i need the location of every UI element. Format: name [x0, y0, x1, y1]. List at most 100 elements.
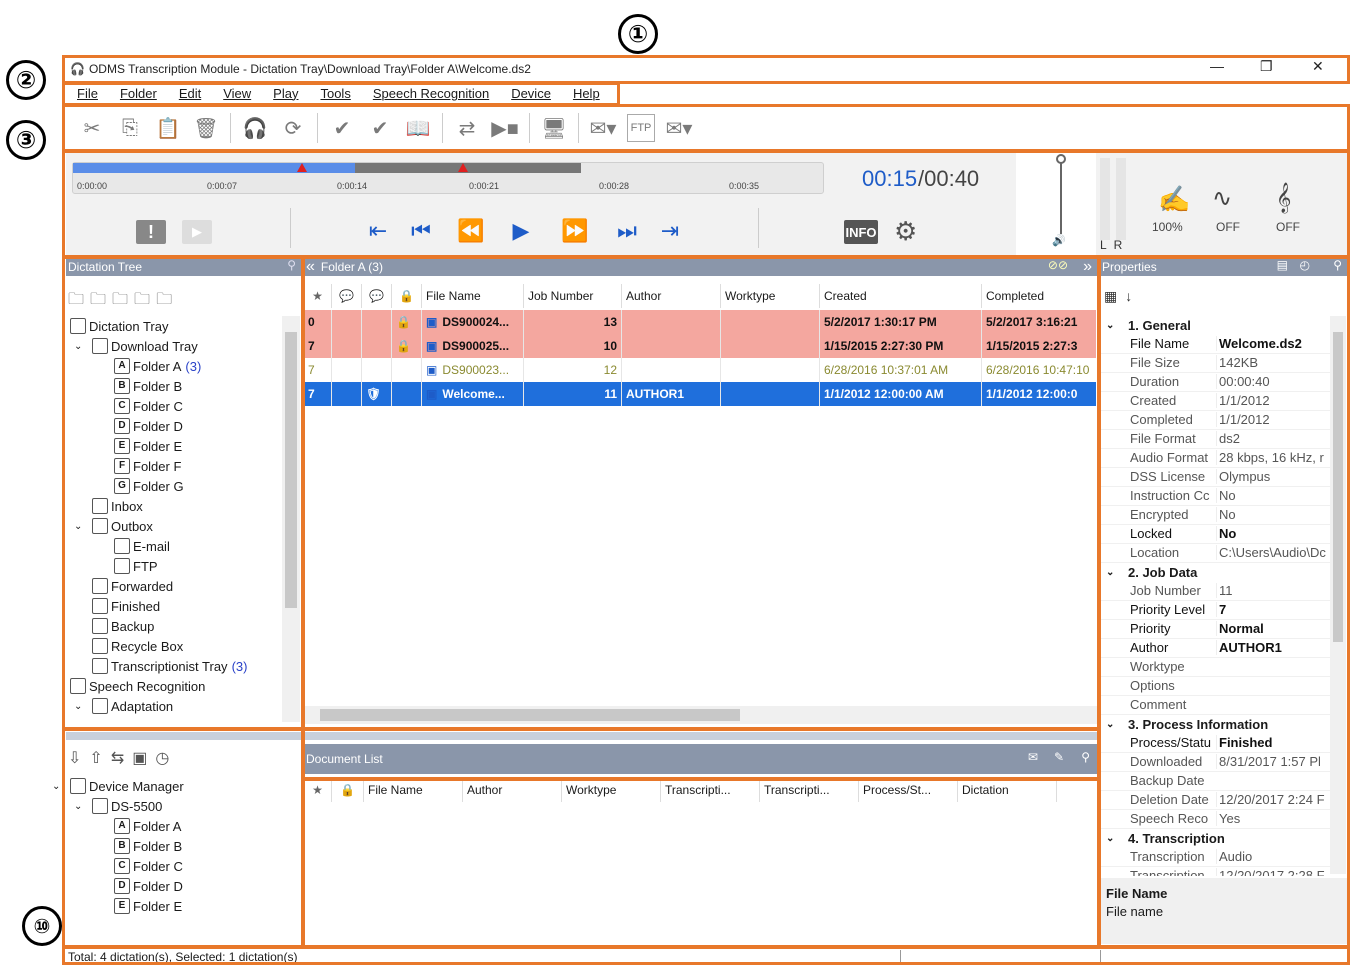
doc-edit-icon[interactable]: ✎	[1054, 750, 1064, 764]
go-end-icon[interactable]: ⇥	[658, 216, 682, 246]
volume-slider[interactable]	[1060, 158, 1062, 234]
close-button[interactable]: ✕	[1312, 58, 1324, 75]
tree-item[interactable]: Forwarded	[92, 576, 173, 596]
tree-item[interactable]: B Folder B	[114, 376, 182, 396]
pin-icon[interactable]: ⚲	[287, 258, 296, 272]
doc-column-header[interactable]: Transcripti...	[661, 778, 760, 802]
star-column-icon[interactable]: ★	[304, 778, 332, 802]
folder-settings-icon[interactable]: 🗀	[68, 288, 84, 315]
device-tree-item[interactable]: ⌄ DS-5500	[74, 796, 162, 816]
menu-view[interactable]: View	[212, 86, 262, 101]
property-row[interactable]: File Format ds2	[1100, 430, 1330, 449]
tree-item[interactable]: G Folder G	[114, 476, 184, 496]
device-tree-item[interactable]: C Folder C	[114, 856, 183, 876]
property-row[interactable]: Locked No	[1100, 525, 1330, 544]
document-icon[interactable]: ▤	[1277, 258, 1288, 272]
tone-icon[interactable]: 𝄞	[1276, 182, 1291, 214]
rewind-icon[interactable]: ⏪	[456, 216, 486, 246]
property-row[interactable]: Downloaded 8/31/2017 1:57 Pl	[1100, 753, 1330, 772]
property-row[interactable]: Priority Normal	[1100, 620, 1330, 639]
expand-chevron-icon[interactable]: ⌄	[1100, 320, 1128, 331]
doc-column-header[interactable]: Transcripti...	[760, 778, 859, 802]
instruction-icon[interactable]: ▶	[182, 220, 212, 244]
tree-item[interactable]: ⌄ Download Tray	[74, 336, 198, 356]
property-row[interactable]: Worktype	[1100, 658, 1330, 677]
collapse-left-icon[interactable]: «	[306, 258, 315, 276]
tree-item[interactable]: ⌄Dictation Tray	[70, 316, 168, 336]
hscroll-thumb[interactable]	[320, 709, 740, 721]
menu-file[interactable]: File	[66, 86, 109, 101]
property-row[interactable]: Options	[1100, 677, 1330, 696]
property-section[interactable]: ⌄ 3. Process Information	[1100, 715, 1330, 734]
expand-chevron-icon[interactable]: ⌄	[52, 781, 66, 792]
paste-icon[interactable]: 📋	[154, 114, 182, 142]
finish-delete-icon[interactable]: ✔	[366, 114, 394, 142]
property-row[interactable]: File Name Welcome.ds2	[1100, 335, 1330, 354]
expand-chevron-icon[interactable]: ⌄	[1100, 719, 1128, 730]
device-clock-icon[interactable]: ◷	[155, 748, 169, 768]
noise-cancel-icon[interactable]: ∿	[1212, 184, 1232, 213]
instruction-column-icon[interactable]: 💬	[362, 284, 392, 308]
tree-item[interactable]: Finished	[92, 596, 160, 616]
tree-item[interactable]: Recycle Box	[92, 636, 183, 656]
property-section[interactable]: ⌄ 2. Job Data	[1100, 563, 1330, 582]
menu-folder[interactable]: Folder	[109, 86, 168, 101]
tree-item[interactable]: D Folder D	[114, 416, 183, 436]
device-upload-icon[interactable]: ⇧	[89, 748, 102, 768]
property-row[interactable]: File Size 142KB	[1100, 354, 1330, 373]
history-icon[interactable]: ◴	[1300, 258, 1310, 272]
menu-device[interactable]: Device	[500, 86, 562, 101]
menu-help[interactable]: Help	[562, 86, 611, 101]
next-index-icon[interactable]: ⏭	[612, 216, 642, 246]
filter-icons[interactable]: ⊘⊘	[1048, 258, 1068, 272]
property-section[interactable]: ⌄ 1. General	[1100, 316, 1330, 335]
column-header[interactable]: Created	[820, 284, 982, 308]
expand-chevron-icon[interactable]: ⌄	[1100, 567, 1128, 578]
column-header[interactable]: Completed	[982, 284, 1098, 308]
property-row[interactable]: Backup Date	[1100, 772, 1330, 791]
device-tree-item[interactable]: D Folder D	[114, 876, 183, 896]
tree-item[interactable]: E-mail	[114, 536, 170, 556]
play-icon[interactable]: ▶	[506, 216, 536, 246]
doc-column-header[interactable]: Process/St...	[859, 778, 958, 802]
ftp-icon[interactable]: FTP	[627, 114, 655, 142]
categorized-icon[interactable]: ▦	[1104, 288, 1117, 305]
menu-edit[interactable]: Edit	[168, 86, 212, 101]
property-row[interactable]: DSS License Olympus	[1100, 468, 1330, 487]
folder-icon[interactable]: 🗀	[112, 288, 128, 315]
tree-scrollbar[interactable]	[282, 316, 300, 722]
property-row[interactable]: Audio Format 28 kbps, 16 kHz, r	[1100, 449, 1330, 468]
property-section[interactable]: ⌄ 4. Transcription	[1100, 829, 1330, 848]
tree-item[interactable]: C Folder C	[114, 396, 183, 416]
column-header[interactable]: Job Number	[524, 284, 622, 308]
column-header[interactable]: Worktype	[721, 284, 820, 308]
email-receive-icon[interactable]: ✉▾	[665, 114, 693, 142]
property-row[interactable]: Comment	[1100, 696, 1330, 715]
table-row[interactable]: 7 🛡 ▣ Welcome... 11 AUTHOR1 1/1/2012 12:00:00 …	[304, 382, 1098, 406]
lock-column-icon[interactable]: 🔒	[332, 778, 364, 802]
props-scroll-thumb[interactable]	[1333, 332, 1343, 642]
pin-icon[interactable]: ⚲	[1333, 258, 1342, 272]
headphones-icon[interactable]: 🎧	[241, 114, 269, 142]
comment-column-icon[interactable]: 💬	[332, 284, 362, 308]
tree-item[interactable]: Transcriptionist Tray (3)	[92, 656, 247, 676]
property-row[interactable]: Completed 1/1/2012	[1100, 411, 1330, 430]
email-send-icon[interactable]: ✉▾	[589, 114, 617, 142]
splitter[interactable]	[66, 732, 302, 740]
fast-forward-icon[interactable]: ⏩	[560, 216, 590, 246]
property-row[interactable]: Job Number 11	[1100, 582, 1330, 601]
expand-chevron-icon[interactable]: ⌄	[74, 341, 88, 352]
device-tree-item[interactable]: E Folder E	[114, 896, 182, 916]
property-row[interactable]: Encrypted No	[1100, 506, 1330, 525]
splitter[interactable]	[304, 732, 1098, 740]
sd-card-icon[interactable]: ▣	[132, 748, 147, 768]
volume-knob[interactable]	[1056, 154, 1066, 164]
minimize-button[interactable]: —	[1210, 58, 1224, 74]
menu-speech-recognition[interactable]: Speech Recognition	[362, 86, 500, 101]
column-header[interactable]: File Name	[422, 284, 524, 308]
folder-gear-icon[interactable]: 🗀	[156, 288, 172, 315]
doc-column-header[interactable]: File Name	[364, 778, 463, 802]
device-transfer-icon[interactable]: ⇆	[111, 748, 124, 768]
sort-az-icon[interactable]: ↓	[1125, 288, 1132, 305]
collapse-right-icon[interactable]: »	[1083, 258, 1092, 276]
